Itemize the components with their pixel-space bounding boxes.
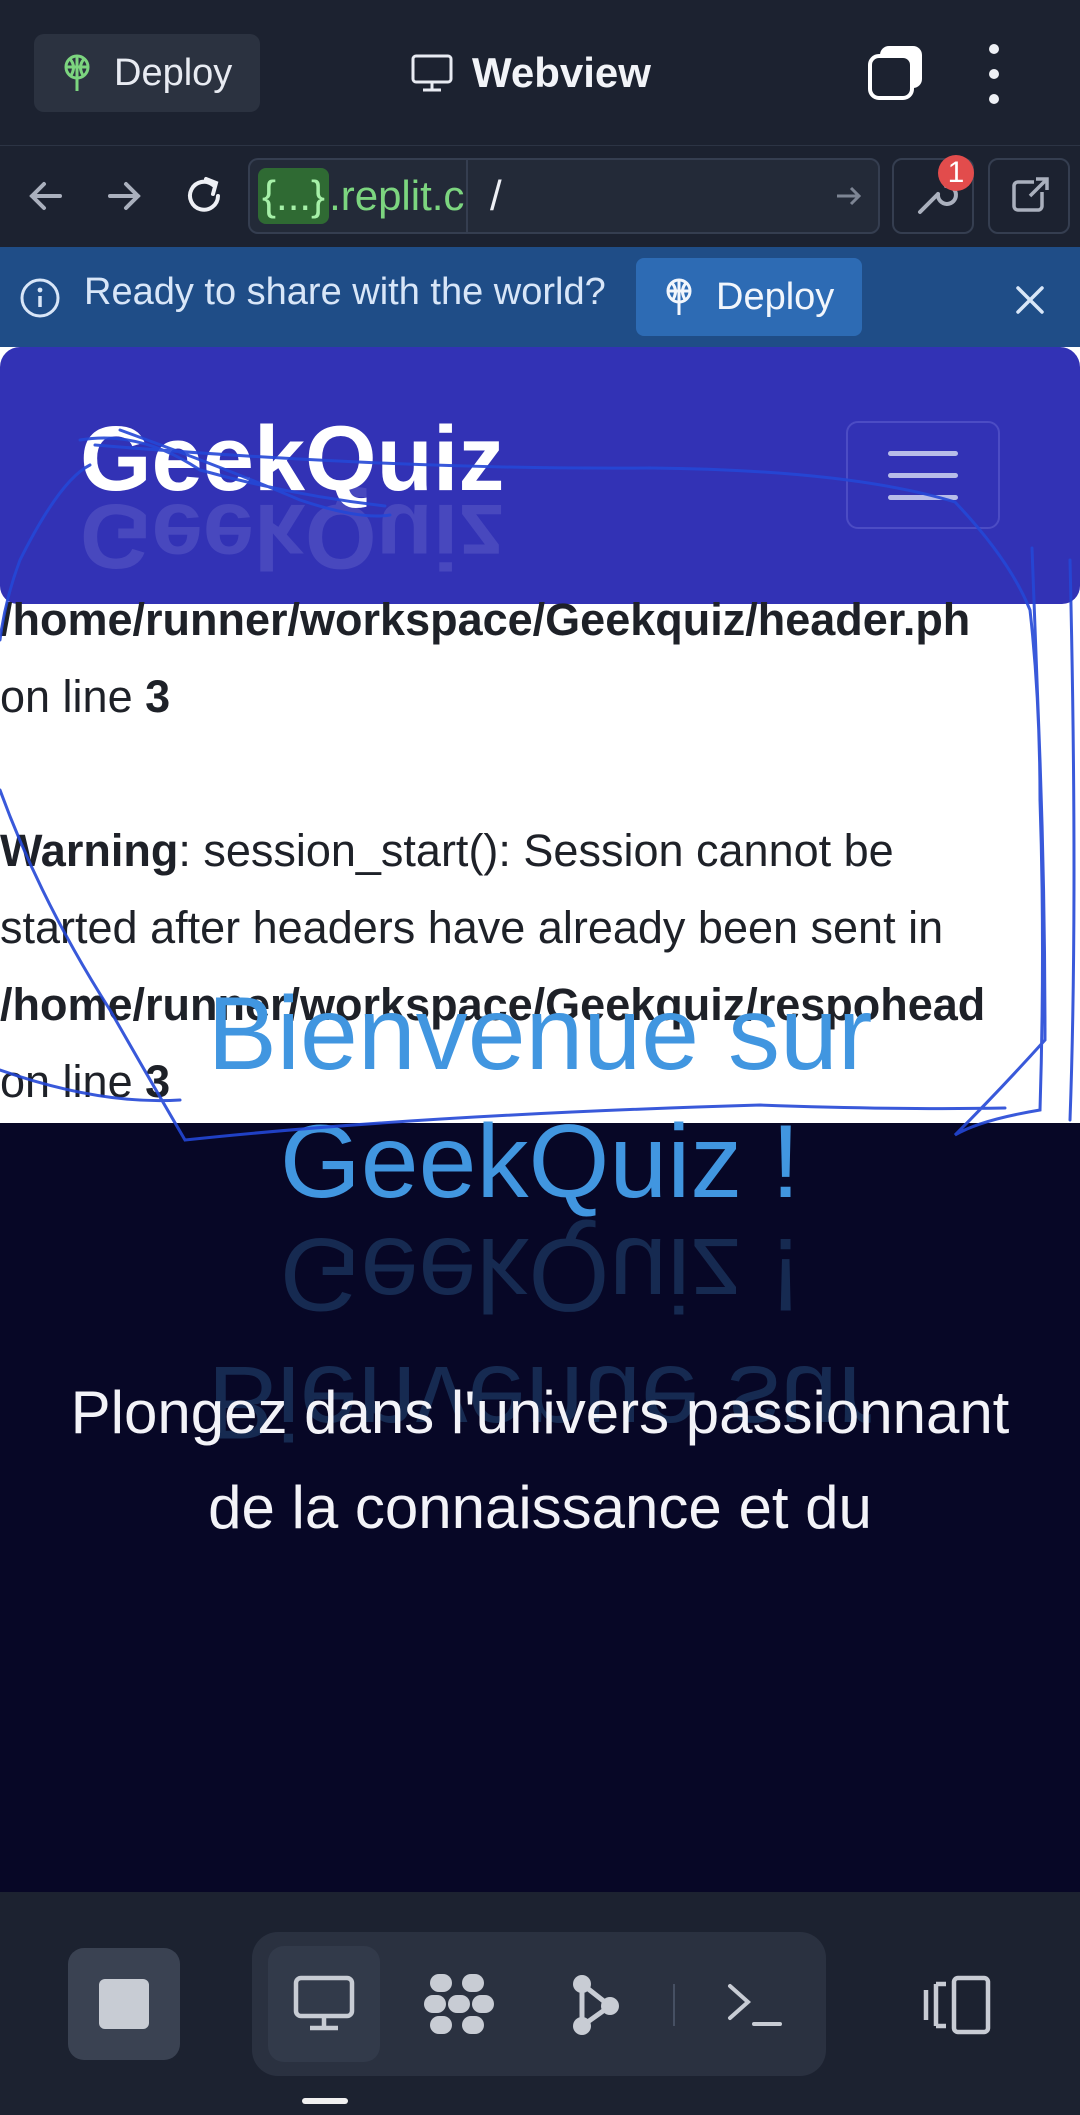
banner-deploy-label: Deploy — [716, 275, 835, 318]
monitor-icon — [411, 54, 453, 92]
terminal-icon[interactable] — [724, 1974, 784, 2034]
more-options-icon[interactable] — [976, 44, 1012, 104]
toolbar-divider — [673, 1984, 675, 2026]
stop-icon — [99, 1979, 149, 2029]
hero-title-line: GeekQuiz ! — [279, 1104, 801, 1220]
device-preview-icon[interactable] — [922, 1974, 994, 2036]
hero-title-line: Bienvenue sur — [207, 976, 873, 1092]
hero-subtitle-line: de la connaissance et du — [208, 1474, 872, 1541]
url-path[interactable]: / — [468, 172, 818, 220]
agent-icon[interactable] — [422, 1968, 496, 2040]
stop-button[interactable] — [68, 1948, 180, 2060]
banner-deploy-button[interactable]: Deploy — [636, 258, 862, 336]
url-host: {...} .replit.c — [250, 160, 468, 232]
hero-title: Bienvenue sur GeekQuiz ! — [0, 970, 1080, 1226]
php-error-line: /home/runner/workspace/Geekquiz/header.p… — [0, 594, 971, 645]
php-warning-line: Warning: session_start(): Session cannot… — [0, 825, 894, 876]
reload-icon[interactable] — [178, 170, 230, 222]
deploy-icon — [64, 54, 90, 91]
back-arrow-icon[interactable] — [20, 170, 72, 222]
go-arrow-icon[interactable] — [818, 179, 878, 213]
deploy-button[interactable]: Deploy — [34, 34, 260, 112]
pane-title-text: Webview — [472, 49, 651, 96]
repl-host-badge: {...} — [258, 168, 330, 224]
deploy-icon — [666, 278, 692, 315]
pane-title: Webview — [410, 40, 651, 106]
url-host-text: .replit.c — [329, 172, 465, 219]
external-link-icon — [1012, 177, 1049, 212]
tabs-icon[interactable] — [866, 44, 926, 102]
close-icon[interactable] — [1010, 280, 1050, 320]
php-warning-line: started after headers have already been … — [0, 902, 944, 953]
deploy-button-label: Deploy — [114, 51, 233, 94]
url-input[interactable]: {...} .replit.c / — [248, 158, 880, 234]
menu-toggle-icon[interactable] — [846, 421, 1000, 529]
home-indicator — [302, 2098, 348, 2104]
git-branch-icon[interactable] — [566, 1970, 626, 2040]
hero-subtitle-line: Plongez dans l'univers passionnant — [70, 1379, 1010, 1446]
hero-reflection-line: GeekQuiz ! — [279, 1216, 801, 1332]
monitor-icon — [293, 1975, 355, 2031]
banner-message: Ready to share with the world? — [84, 271, 606, 313]
hero-subtitle: Plongez dans l'univers passionnant de la… — [0, 1365, 1080, 1555]
info-icon — [20, 278, 60, 318]
site-brand-logo[interactable]: GeekQuiz — [80, 407, 504, 512]
php-error-line: on line 3 — [0, 671, 171, 722]
notification-badge: 1 — [938, 155, 974, 191]
open-new-tab-button[interactable] — [988, 158, 1070, 234]
forward-arrow-icon[interactable] — [98, 170, 150, 222]
